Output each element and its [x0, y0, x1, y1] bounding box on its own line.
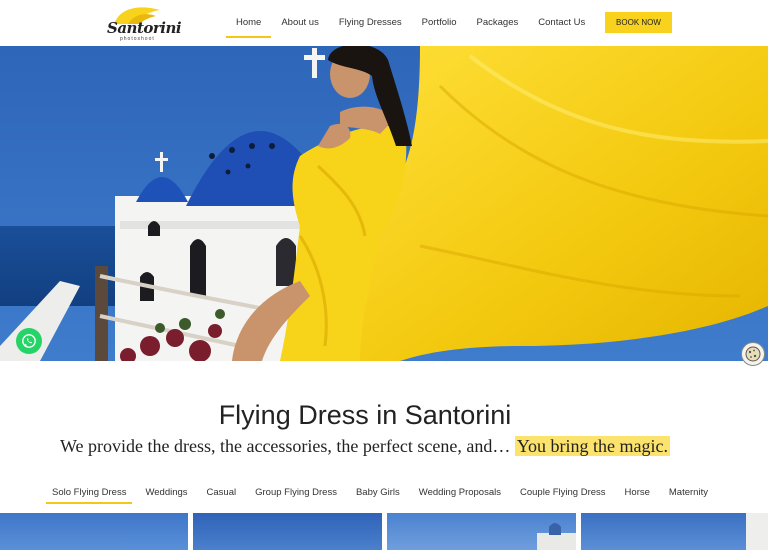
hero-image: [0, 46, 768, 361]
nav-item-about[interactable]: About us: [271, 12, 329, 34]
tab-couple-flying-dress[interactable]: Couple Flying Dress: [520, 484, 606, 502]
nav-item-flying-dresses[interactable]: Flying Dresses: [329, 12, 412, 34]
tab-group-flying-dress[interactable]: Group Flying Dress: [255, 484, 337, 502]
site-logo[interactable]: Santorini photoshoot: [106, 2, 182, 44]
logo-brand-name: Santorini: [107, 19, 182, 37]
book-now-button[interactable]: BOOK NOW: [605, 12, 672, 33]
nav-item-portfolio[interactable]: Portfolio: [412, 12, 467, 34]
cookie-icon: [745, 346, 761, 362]
tab-wedding-proposals[interactable]: Wedding Proposals: [419, 484, 501, 502]
page-title: Flying Dress in Santorini: [218, 400, 512, 430]
tab-horse[interactable]: Horse: [625, 484, 650, 502]
tab-maternity[interactable]: Maternity: [669, 484, 708, 502]
whatsapp-icon: [22, 334, 36, 348]
tab-solo-flying-dress[interactable]: Solo Flying Dress: [45, 484, 133, 504]
gallery-thumbnail[interactable]: [581, 513, 768, 550]
nav-item-contact[interactable]: Contact Us: [528, 12, 595, 34]
gallery-thumbnail[interactable]: [193, 513, 382, 550]
site-header: Santorini photoshoot Home About us Flyin…: [0, 0, 768, 47]
subtitle-text: We provide the dress, the accessories, t…: [59, 436, 511, 456]
main-nav: Home About us Flying Dresses Portfolio P…: [226, 0, 595, 46]
tab-casual[interactable]: Casual: [207, 484, 237, 502]
nav-item-packages[interactable]: Packages: [467, 12, 529, 34]
whatsapp-chat-button[interactable]: [16, 328, 42, 354]
thumbnail-building-shape: [746, 513, 768, 550]
thumbnail-building-shape: [537, 523, 576, 550]
tab-baby-girls[interactable]: Baby Girls: [356, 484, 400, 502]
subtitle-highlight: You bring the magic.: [514, 436, 671, 456]
gallery-thumbnail[interactable]: [0, 513, 188, 550]
nav-item-home[interactable]: Home: [226, 12, 272, 38]
cookie-settings-button[interactable]: [741, 342, 765, 366]
gallery-thumbnail[interactable]: [387, 513, 576, 550]
logo-tagline: photoshoot: [120, 36, 155, 42]
gallery-grid: [0, 513, 768, 550]
tab-weddings[interactable]: Weddings: [145, 484, 187, 502]
category-tabs: Solo Flying Dress Weddings Casual Group …: [45, 484, 727, 504]
page-subtitle: We provide the dress, the accessories, t…: [0, 436, 730, 457]
